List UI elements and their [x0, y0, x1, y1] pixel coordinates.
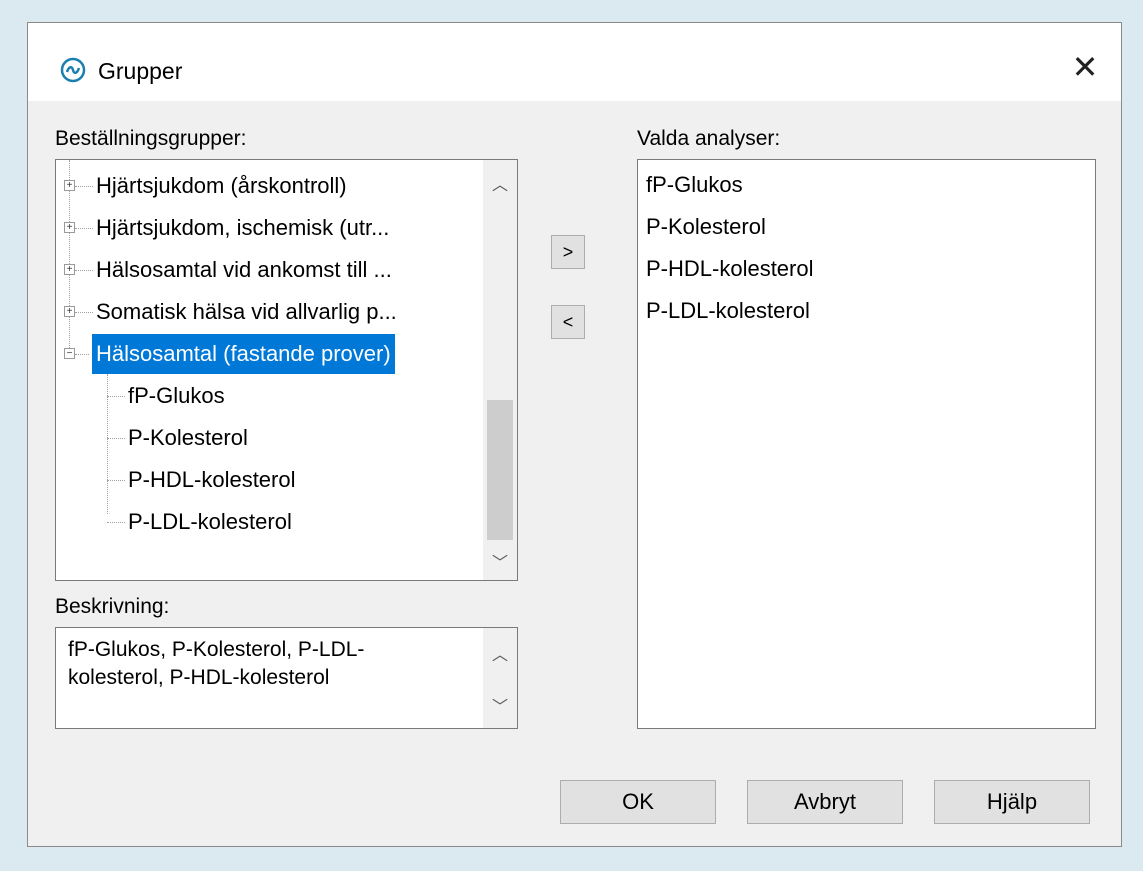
dialog-window: Grupper ✕ Beställningsgrupper: + Hjärtsj… [27, 22, 1122, 847]
description-box[interactable]: fP-Glukos, P-Kolesterol, P-LDL-kolestero… [55, 627, 518, 729]
app-logo-icon [60, 57, 86, 83]
tree-item-label: P-LDL-kolesterol [128, 509, 292, 534]
tree-scrollbar[interactable]: ︿ ﹀ [483, 160, 517, 580]
tree-connector [75, 186, 93, 187]
remove-analysis-button[interactable]: < [551, 305, 585, 339]
order-groups-label: Beställningsgrupper: [55, 127, 247, 150]
scroll-down-icon[interactable]: ﹀ [483, 688, 517, 722]
expand-plus-icon[interactable]: + [64, 180, 75, 191]
cancel-button[interactable]: Avbryt [747, 780, 903, 824]
tree-connector [75, 354, 89, 355]
list-item[interactable]: fP-Glukos [646, 172, 743, 198]
description-text: fP-Glukos, P-Kolesterol, P-LDL-kolestero… [68, 638, 365, 689]
scroll-down-icon[interactable]: ﹀ [483, 544, 517, 578]
list-item[interactable]: P-HDL-kolesterol [646, 256, 814, 282]
expand-plus-icon[interactable]: + [64, 222, 75, 233]
help-button[interactable]: Hjälp [934, 780, 1090, 824]
add-analysis-button[interactable]: > [551, 235, 585, 269]
tree-item-label: Somatisk hälsa vid allvarlig p... [96, 299, 397, 324]
tree-connector [107, 480, 125, 481]
tree-item-label: P-Kolesterol [128, 425, 248, 450]
scroll-up-icon[interactable]: ︿ [483, 636, 517, 670]
tree-connector [107, 374, 108, 514]
close-button[interactable]: ✕ [1063, 47, 1107, 87]
description-label: Beskrivning: [55, 595, 170, 618]
tree-item-label: Hälsosamtal (fastande prover) [92, 334, 395, 374]
title-bar: Grupper ✕ [28, 23, 1121, 101]
window-title: Grupper [98, 58, 183, 84]
expand-plus-icon[interactable]: + [64, 264, 75, 275]
close-icon: ✕ [1071, 49, 1099, 85]
tree-item-label: Hjärtsjukdom (årskontroll) [96, 173, 347, 198]
list-item[interactable]: P-Kolesterol [646, 214, 766, 240]
order-groups-tree[interactable]: + Hjärtsjukdom (årskontroll) + Hjärtsjuk… [55, 159, 518, 581]
selected-analyses-list[interactable]: fP-Glukos P-Kolesterol P-HDL-kolesterol … [637, 159, 1096, 729]
ok-button[interactable]: OK [560, 780, 716, 824]
tree-connector [75, 270, 93, 271]
list-item[interactable]: P-LDL-kolesterol [646, 298, 810, 324]
selected-analyses-label: Valda analyser: [637, 127, 781, 150]
expand-plus-icon[interactable]: + [64, 306, 75, 317]
tree-item-label: Hjärtsjukdom, ischemisk (utr... [96, 215, 390, 240]
collapse-minus-icon[interactable]: − [64, 348, 75, 359]
description-scrollbar[interactable]: ︿ ﹀ [483, 628, 517, 728]
tree-item-label: Hälsosamtal vid ankomst till ... [96, 257, 392, 282]
tree-connector [107, 522, 125, 523]
scroll-up-icon[interactable]: ︿ [483, 166, 517, 200]
tree-connector [107, 396, 125, 397]
tree-item-label: P-HDL-kolesterol [128, 467, 296, 492]
tree-item-label: fP-Glukos [128, 383, 225, 408]
tree-connector [107, 438, 125, 439]
scroll-thumb[interactable] [487, 400, 513, 540]
tree-connector [75, 228, 93, 229]
tree-connector [75, 312, 93, 313]
